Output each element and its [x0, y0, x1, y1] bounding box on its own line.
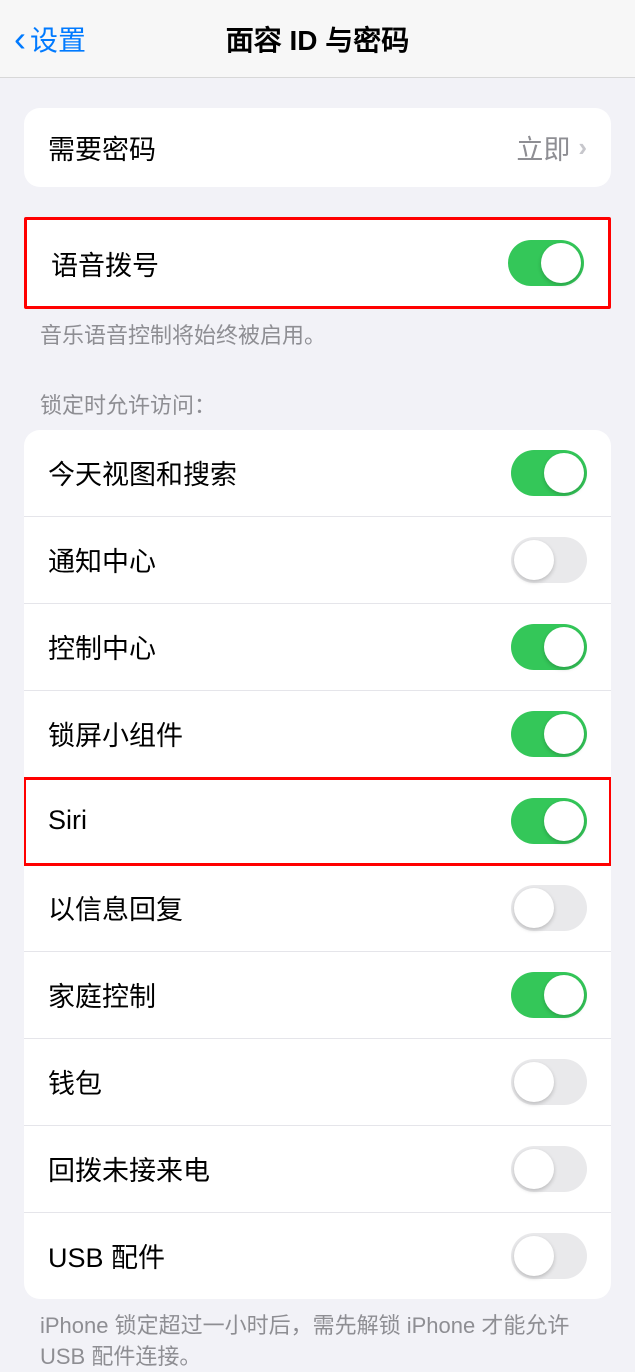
lock-access-toggle[interactable]	[511, 1233, 587, 1279]
lock-access-toggle[interactable]	[511, 450, 587, 496]
lock-access-row: 回拨未接来电	[24, 1126, 611, 1213]
lock-access-toggle[interactable]	[511, 1146, 587, 1192]
lock-access-row: 通知中心	[24, 517, 611, 604]
require-passcode-value: 立即	[516, 128, 570, 167]
voice-dial-group: 语音拨号	[24, 217, 611, 309]
lock-access-row: 今天视图和搜索	[24, 430, 611, 517]
require-passcode-row[interactable]: 需要密码 立即 ›	[24, 108, 611, 187]
lock-access-header: 锁定时允许访问：	[0, 388, 635, 430]
lock-access-toggle[interactable]	[511, 1059, 587, 1105]
chevron-left-icon: ‹	[14, 21, 26, 57]
lock-access-item-label: 控制中心	[48, 627, 156, 666]
lock-access-toggle[interactable]	[511, 972, 587, 1018]
lock-access-row: 锁屏小组件	[24, 691, 611, 778]
lock-access-row: Siri	[24, 778, 611, 865]
lock-access-toggle[interactable]	[511, 624, 587, 670]
lock-access-toggle[interactable]	[511, 537, 587, 583]
lock-access-footer: iPhone 锁定超过一小时后，需先解锁 iPhone 才能允许 USB 配件连…	[0, 1299, 635, 1372]
lock-access-row: 以信息回复	[24, 865, 611, 952]
lock-access-row: 家庭控制	[24, 952, 611, 1039]
lock-access-item-label: 家庭控制	[48, 975, 156, 1014]
page-title: 面容 ID 与密码	[226, 19, 410, 59]
lock-access-item-label: 今天视图和搜索	[48, 453, 237, 492]
header-bar: ‹ 设置 面容 ID 与密码	[0, 0, 635, 78]
require-passcode-label: 需要密码	[48, 128, 156, 167]
lock-access-group: 今天视图和搜索通知中心控制中心锁屏小组件 Siri 以信息回复家庭控制钱包回拨未接来…	[24, 430, 611, 1299]
lock-access-toggle[interactable]	[511, 885, 587, 931]
voice-dial-footer: 音乐语音控制将始终被启用。	[0, 309, 635, 352]
lock-access-toggle[interactable]	[511, 711, 587, 757]
lock-access-item-label: 以信息回复	[48, 888, 183, 927]
lock-access-item-label: USB 配件	[48, 1236, 165, 1275]
lock-access-item-label: 通知中心	[48, 540, 156, 579]
lock-access-item-label: Siri	[48, 805, 87, 836]
voice-dial-toggle[interactable]	[508, 240, 584, 286]
lock-access-row: USB 配件	[24, 1213, 611, 1299]
voice-dial-row: 语音拨号	[27, 220, 608, 306]
back-button[interactable]: ‹ 设置	[0, 19, 86, 59]
lock-access-item-label: 钱包	[48, 1062, 102, 1101]
voice-dial-label: 语音拨号	[51, 244, 159, 283]
lock-access-item-label: 锁屏小组件	[48, 714, 183, 753]
back-label: 设置	[30, 19, 86, 59]
lock-access-item-label: 回拨未接来电	[48, 1149, 210, 1188]
lock-access-toggle[interactable]	[511, 798, 587, 844]
lock-access-row: 钱包	[24, 1039, 611, 1126]
chevron-right-icon: ›	[578, 132, 587, 163]
lock-access-row: 控制中心	[24, 604, 611, 691]
